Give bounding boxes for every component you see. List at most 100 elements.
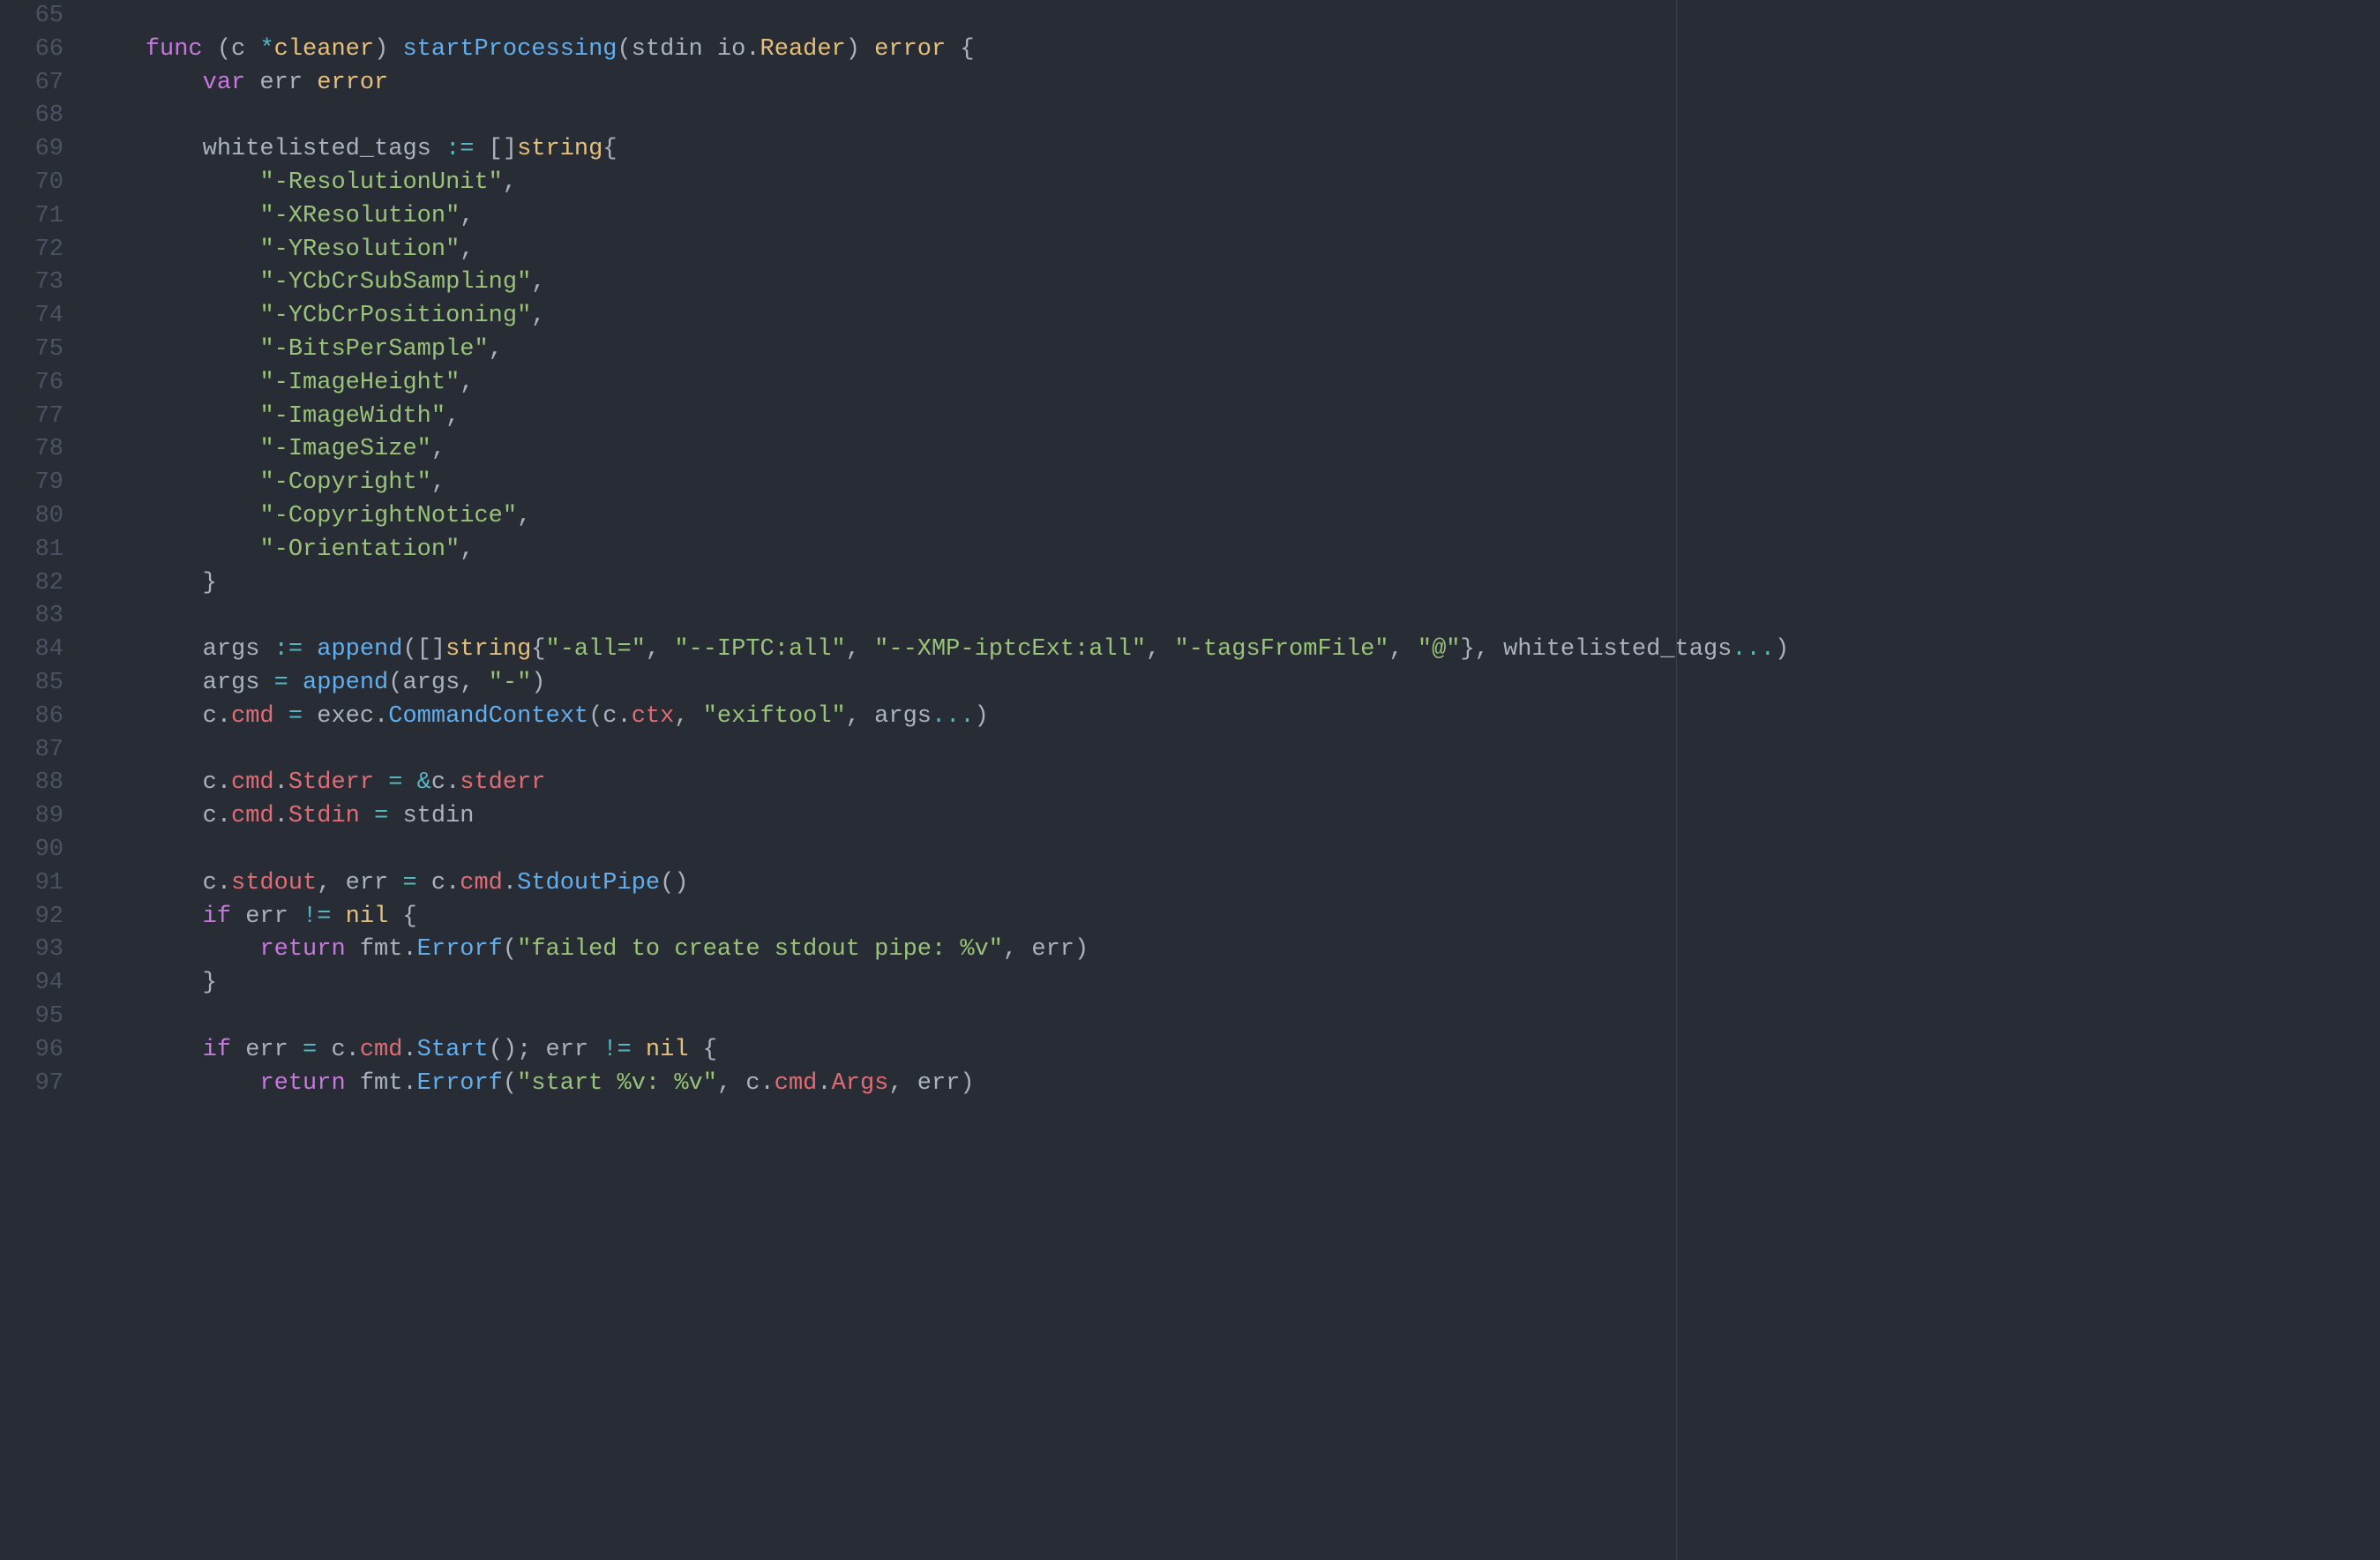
token-fn: append — [317, 636, 402, 663]
line-number: 82 — [0, 567, 64, 601]
token-str: "-ImageHeight" — [259, 370, 460, 396]
code-editor[interactable]: 6566676869707172737475767778798081828384… — [0, 0, 2380, 1560]
token-ident — [88, 36, 146, 63]
token-op: ... — [932, 703, 975, 730]
token-kw: if — [203, 904, 231, 930]
token-var: cmd — [231, 769, 274, 796]
line-number: 87 — [0, 734, 64, 768]
token-ident: args — [88, 636, 274, 663]
line-number: 89 — [0, 800, 64, 834]
line-number: 95 — [0, 1001, 64, 1034]
code-line[interactable]: "-Orientation", — [88, 534, 2380, 567]
token-op: = — [274, 670, 288, 696]
token-ident — [88, 70, 203, 96]
code-line[interactable]: "-CopyrightNotice", — [88, 500, 2380, 534]
code-line[interactable]: args := append([]string{"-all=", "--IPTC… — [88, 634, 2380, 667]
token-var: cmd — [775, 1070, 818, 1097]
token-pun: , args — [846, 703, 932, 730]
token-typ: error — [317, 70, 388, 96]
code-line[interactable]: if err = c.cmd.Start(); err != nil { — [88, 1034, 2380, 1068]
token-var: Args — [832, 1070, 889, 1097]
code-line[interactable] — [88, 0, 2380, 34]
token-fn: StdoutPipe — [517, 870, 660, 896]
code-line[interactable]: "-Copyright", — [88, 467, 2380, 500]
token-pun: }, whitelisted_tags — [1461, 636, 1733, 663]
token-ident: err — [245, 70, 317, 96]
code-area[interactable]: func (c *cleaner) startProcessing(stdin … — [88, 0, 2380, 1560]
token-var: cmd — [360, 1037, 403, 1063]
token-str: "-" — [489, 670, 532, 696]
line-number: 71 — [0, 200, 64, 234]
code-line[interactable]: "-BitsPerSample", — [88, 334, 2380, 367]
code-line[interactable]: "-ImageWidth", — [88, 401, 2380, 434]
line-number: 83 — [0, 600, 64, 634]
line-number: 70 — [0, 167, 64, 200]
token-pun: , err — [317, 870, 402, 896]
code-line[interactable]: whitelisted_tags := []string{ — [88, 133, 2380, 167]
token-ident — [88, 336, 259, 363]
token-pun: (args, — [388, 670, 488, 696]
code-line[interactable]: } — [88, 967, 2380, 1001]
code-line[interactable]: args = append(args, "-") — [88, 667, 2380, 701]
code-line[interactable]: c.cmd.Stdin = stdin — [88, 800, 2380, 834]
token-pun: ( — [503, 936, 517, 963]
token-ident: c. — [88, 703, 231, 730]
token-ident — [88, 936, 259, 963]
line-number: 68 — [0, 100, 64, 133]
token-pun: , — [1146, 636, 1174, 663]
token-str: "failed to create stdout pipe: %v" — [517, 936, 1003, 963]
line-number: 75 — [0, 334, 64, 367]
code-line[interactable]: "-YResolution", — [88, 234, 2380, 267]
code-line[interactable]: c.cmd = exec.CommandContext(c.ctx, "exif… — [88, 701, 2380, 734]
token-ident: c. — [417, 870, 460, 896]
code-line[interactable]: "-YCbCrPositioning", — [88, 300, 2380, 334]
token-var: stdout — [231, 870, 317, 896]
token-ident — [88, 970, 203, 996]
code-line[interactable] — [88, 734, 2380, 768]
code-line[interactable]: "-ImageHeight", — [88, 367, 2380, 401]
code-line[interactable]: "-YCbCrSubSampling", — [88, 266, 2380, 300]
code-line[interactable]: "-XResolution", — [88, 200, 2380, 234]
code-line[interactable]: c.stdout, err = c.cmd.StdoutPipe() — [88, 867, 2380, 901]
token-kw: func — [146, 36, 203, 63]
line-number: 72 — [0, 234, 64, 267]
token-ident — [88, 169, 259, 196]
token-recv: cleaner — [274, 36, 374, 63]
token-var: ctx — [632, 703, 675, 730]
token-pun: { — [531, 636, 545, 663]
token-fn: CommandContext — [388, 703, 588, 730]
code-line[interactable] — [88, 1001, 2380, 1034]
code-line[interactable] — [88, 834, 2380, 867]
token-ident — [88, 436, 259, 462]
token-pun: , — [517, 503, 531, 529]
token-fn: Errorf — [417, 936, 503, 963]
code-line[interactable]: "-ResolutionUnit", — [88, 167, 2380, 200]
token-fn: append — [303, 670, 388, 696]
code-line[interactable]: func (c *cleaner) startProcessing(stdin … — [88, 34, 2380, 67]
code-line[interactable]: "-ImageSize", — [88, 433, 2380, 467]
token-pun: { — [946, 36, 974, 63]
token-var: Stdin — [288, 803, 360, 829]
code-line[interactable]: return fmt.Errorf("start %v: %v", c.cmd.… — [88, 1068, 2380, 1101]
line-number: 97 — [0, 1068, 64, 1101]
token-str: "-ResolutionUnit" — [259, 169, 502, 196]
code-line[interactable]: var err error — [88, 67, 2380, 101]
token-pun: { — [689, 1037, 717, 1063]
token-ident — [88, 370, 259, 396]
token-pun: , err) — [888, 1070, 974, 1097]
token-pun: ( — [503, 1070, 517, 1097]
token-pun: , — [674, 703, 702, 730]
code-line[interactable] — [88, 100, 2380, 133]
code-line[interactable]: c.cmd.Stderr = &c.stderr — [88, 767, 2380, 800]
code-line[interactable]: return fmt.Errorf("failed to create stdo… — [88, 934, 2380, 967]
token-pun: , — [460, 370, 474, 396]
code-line[interactable]: if err != nil { — [88, 901, 2380, 934]
token-ident — [88, 570, 203, 596]
token-ident — [88, 904, 203, 930]
token-pun: , — [460, 536, 474, 563]
token-kw: if — [203, 1037, 231, 1063]
code-line[interactable]: } — [88, 567, 2380, 601]
code-line[interactable] — [88, 600, 2380, 634]
token-typ: string — [445, 636, 531, 663]
token-str: "-XResolution" — [259, 203, 460, 229]
